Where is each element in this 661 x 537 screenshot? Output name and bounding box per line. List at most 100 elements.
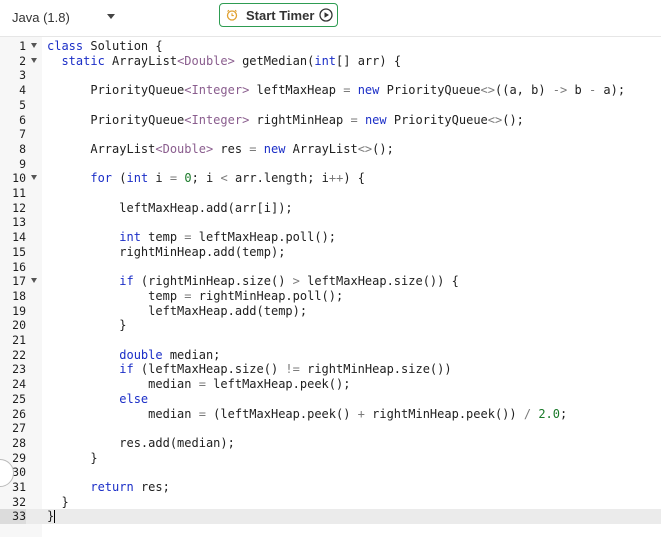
code-line[interactable]: 1 class Solution { [0,39,661,54]
code-text: } [47,509,56,524]
code-line[interactable]: 24 median = leftMaxHeap.peek(); [0,377,661,392]
line-number: 33 [0,509,26,525]
code-line[interactable]: 31 return res; [0,480,661,495]
code-text: if (leftMaxHeap.size() != rightMinHeap.s… [119,362,452,377]
line-number: 8 [19,141,26,156]
code-line[interactable]: 6 PriorityQueue<Integer> rightMinHeap = … [0,113,661,128]
line-number: 6 [19,112,26,127]
line-number: 27 [12,421,26,436]
code-text: else [119,391,149,406]
line-number: 11 [12,186,26,200]
fold-arrow-icon[interactable] [31,278,37,284]
language-select[interactable]: Java (1.8) [12,6,130,28]
line-number: 17 [12,274,26,289]
code-line[interactable]: 27 [0,421,661,436]
line-number: 24 [12,377,26,392]
code-text: static ArrayList<Double> getMedian(int[]… [61,53,402,68]
code-line[interactable]: 12 leftMaxHeap.add(arr[i]); [0,201,661,216]
code-line[interactable]: 14 int temp = leftMaxHeap.poll(); [0,230,661,245]
code-text: int temp = leftMaxHeap.poll(); [119,230,337,245]
line-number: 10 [12,171,26,186]
code-line[interactable]: 4 PriorityQueue<Integer> leftMaxHeap = n… [0,83,661,98]
code-text: } [47,494,69,509]
line-number: 19 [12,303,26,318]
code-line[interactable]: 8 ArrayList<Double> res = new ArrayList<… [0,142,661,157]
line-number: 25 [12,391,26,406]
line-number: 7 [19,127,26,142]
code-line[interactable]: 21 [0,333,661,348]
code-editor[interactable]: 1 class Solution {2 static ArrayList<Doub… [0,37,661,537]
code-text: leftMaxHeap.add(temp); [47,303,308,318]
code-text: double median; [119,347,221,362]
code-text: PriorityQueue<Integer> leftMaxHeap = new… [47,83,626,98]
line-number: 20 [12,318,26,333]
code-text: ArrayList<Double> res = new ArrayList<>(… [47,141,394,156]
code-text: return res; [90,480,170,494]
code-line[interactable]: 11 [0,186,661,201]
code-line[interactable]: 13 [0,215,661,230]
code-text: rightMinHeap.add(temp); [47,244,286,259]
code-line[interactable]: 9 [0,157,661,172]
code-line[interactable]: 30 [0,465,661,480]
line-number: 9 [19,156,26,171]
line-number: 18 [12,288,26,303]
code-line[interactable]: 7 [0,127,661,142]
start-timer-button[interactable]: Start Timer [219,3,338,27]
code-line[interactable]: 29 } [0,451,661,466]
line-number: 21 [12,333,26,347]
code-line[interactable]: 32 } [0,495,661,510]
line-number: 32 [12,494,26,509]
code-text: median = (leftMaxHeap.peek() + rightMinH… [47,406,568,421]
code-text: temp = rightMinHeap.poll(); [47,288,344,303]
line-number: 26 [12,406,26,421]
code-line[interactable]: 2 static ArrayList<Double> getMedian(int… [0,54,661,69]
code-line[interactable]: 23 if (leftMaxHeap.size() != rightMinHea… [0,362,661,377]
code-line[interactable]: 26 median = (leftMaxHeap.peek() + rightM… [0,407,661,422]
fold-arrow-icon[interactable] [31,43,37,48]
line-number: 4 [19,83,26,98]
text-cursor [54,510,56,524]
line-number: 22 [12,347,26,362]
code-text: leftMaxHeap.add(arr[i]); [47,200,293,215]
code-text: class Solution { [47,39,163,53]
code-line[interactable]: 5 [0,98,661,113]
line-number: 15 [12,244,26,259]
line-number: 23 [12,362,26,377]
code-line[interactable]: 16 [0,260,661,275]
code-text: } [47,318,127,333]
line-number: 16 [12,259,26,274]
line-number: 5 [19,97,26,112]
fold-arrow-icon[interactable] [31,57,37,63]
code-text: PriorityQueue<Integer> rightMinHeap = ne… [47,112,524,127]
code-line[interactable]: 33} [0,509,661,525]
code-line[interactable]: 10 for (int i = 0; i < arr.length; i++) … [0,171,661,186]
code-line[interactable]: 20 } [0,318,661,333]
line-number: 3 [19,68,26,83]
line-number: 14 [12,230,26,245]
line-number: 2 [19,53,26,68]
play-icon [319,8,334,22]
code-line[interactable]: 18 temp = rightMinHeap.poll(); [0,289,661,304]
language-label: Java (1.8) [12,9,70,25]
line-number: 28 [12,435,26,450]
code-line[interactable]: 3 [0,68,661,83]
fold-arrow-icon[interactable] [31,175,37,181]
code-text: res.add(median); [47,435,235,450]
line-number: 12 [12,200,26,215]
line-number: 13 [12,215,26,230]
code-line[interactable]: 19 leftMaxHeap.add(temp); [0,304,661,319]
chevron-down-icon [107,14,115,19]
code-text: for (int i = 0; i < arr.length; i++) { [90,171,366,186]
code-text: if (rightMinHeap.size() > leftMaxHeap.si… [119,274,459,289]
code-line[interactable]: 17 if (rightMinHeap.size() > leftMaxHeap… [0,274,661,289]
line-number: 1 [19,39,26,53]
code-line[interactable]: 22 double median; [0,348,661,363]
code-line[interactable]: 28 res.add(median); [0,436,661,451]
alarm-clock-icon [226,9,238,21]
code-line[interactable]: 25 else [0,392,661,407]
toolbar: Java (1.8) Start Timer [0,0,661,37]
code-line[interactable]: 15 rightMinHeap.add(temp); [0,245,661,260]
start-timer-label: Start Timer [246,7,315,23]
code-text: median = leftMaxHeap.peek(); [47,377,351,392]
code-text: } [47,450,98,465]
